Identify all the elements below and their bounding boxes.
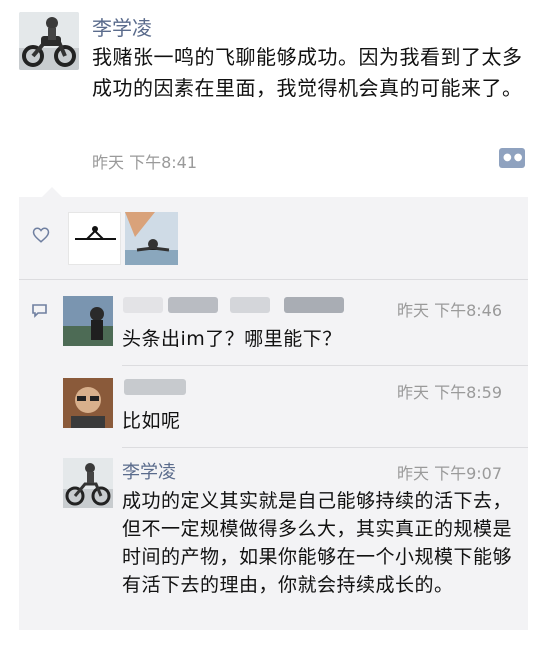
likes-divider <box>19 279 528 280</box>
comment-bubble-icon <box>32 304 47 318</box>
heart-icon <box>32 227 50 243</box>
blurred-name <box>284 297 344 313</box>
comment-avatar[interactable] <box>63 378 113 428</box>
more-dots-icon: ●● <box>503 152 525 163</box>
comment-text: 比如呢 <box>122 410 181 432</box>
commenter-avatar-image <box>63 296 113 346</box>
comment-timestamp: 昨天 下午9:07 <box>397 464 503 483</box>
comment-text: 头条出im了？哪里能下？ <box>122 328 342 350</box>
comment-text: 成功的定义其实就是自己能够持续的活下去，但不一定规模做得多么大，其实真正的规模是… <box>122 490 513 596</box>
comment-timestamp: 昨天 下午8:46 <box>397 301 503 320</box>
motorcycle-rider-avatar <box>63 458 113 508</box>
post-timestamp: 昨天 下午8:41 <box>92 153 198 172</box>
blurred-name <box>124 379 186 395</box>
blurred-name <box>168 297 218 313</box>
liker-avatar-image <box>69 213 120 264</box>
post-author-name[interactable]: 李学凌 <box>92 12 152 41</box>
liker-avatar[interactable] <box>125 212 178 265</box>
liker-avatar[interactable] <box>68 212 121 265</box>
comment-divider <box>122 365 528 366</box>
comment-divider <box>122 447 528 448</box>
panel-arrow <box>42 187 62 197</box>
post-text: 我赌张一鸣的飞聊能够成功。因为我看到了太多成功的因素在里面，我觉得机会真的可能来… <box>92 45 523 100</box>
likes-row <box>19 205 528 271</box>
comment-avatar[interactable] <box>63 296 113 346</box>
liker-avatar-image <box>125 212 178 265</box>
comment-button[interactable]: ●● <box>499 148 525 168</box>
motorcycle-rider-avatar <box>19 12 79 70</box>
comment-timestamp: 昨天 下午8:59 <box>397 383 503 402</box>
comment-author[interactable]: 李学凌 <box>122 458 176 484</box>
blurred-name <box>123 297 163 313</box>
post-author-avatar[interactable] <box>19 12 79 70</box>
comment-avatar[interactable] <box>63 458 113 508</box>
commenter-avatar-image <box>63 378 113 428</box>
blurred-name <box>230 297 270 313</box>
